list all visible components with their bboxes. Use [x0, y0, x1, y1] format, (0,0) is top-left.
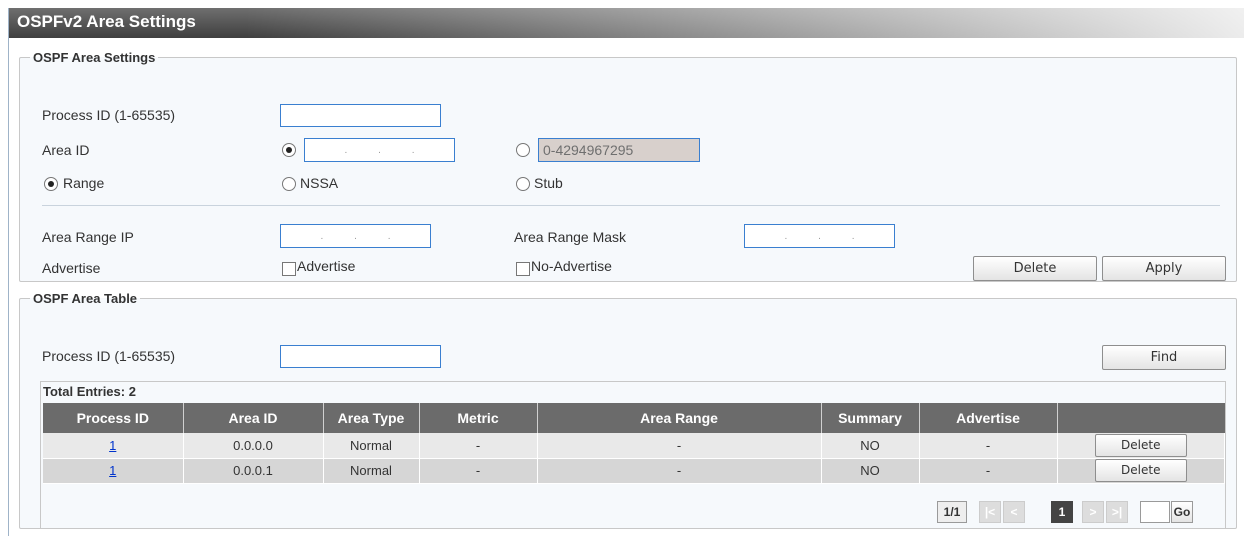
- col-advertise: Advertise: [919, 403, 1058, 433]
- area-id-cell: 0.0.0.1: [183, 458, 324, 484]
- metric-cell: -: [419, 433, 538, 459]
- table-row: 1 0.0.0.1 Normal - - NO - Delete: [43, 458, 1225, 484]
- area-range-ip-label: Area Range IP: [42, 229, 134, 245]
- nssa-radio[interactable]: [282, 177, 296, 191]
- area-settings-section: OSPF Area Settings Process ID (1-65535) …: [19, 50, 1237, 282]
- table-row: 1 0.0.0.0 Normal - - NO - Delete: [43, 433, 1225, 459]
- col-area-range: Area Range: [537, 403, 822, 433]
- area-id-number-input: 0-4294967295: [538, 138, 700, 162]
- process-id-link[interactable]: 1: [109, 438, 116, 453]
- total-entries: Total Entries: 2: [43, 384, 136, 399]
- table-process-id-input[interactable]: [280, 345, 441, 368]
- pagination: 1/1 |< < 1 > >| Go: [937, 501, 1221, 525]
- page-container: OSPFv2 Area Settings OSPF Area Settings …: [8, 8, 1244, 536]
- area-id-ip-input[interactable]: ...: [304, 138, 455, 162]
- col-area-id: Area ID: [183, 403, 324, 433]
- area-settings-legend: OSPF Area Settings: [33, 50, 156, 65]
- page-title-bar: OSPFv2 Area Settings: [9, 8, 1244, 38]
- stub-radio[interactable]: [516, 177, 530, 191]
- no-advertise-checkbox[interactable]: [516, 262, 530, 276]
- area-range-cell: -: [537, 433, 822, 459]
- page-title: OSPFv2 Area Settings: [17, 12, 196, 31]
- divider: [42, 205, 1220, 206]
- range-label: Range: [63, 175, 105, 191]
- area-range-cell: -: [537, 458, 822, 484]
- summary-cell: NO: [821, 458, 920, 484]
- area-table: Process ID Area ID Area Type Metric Area…: [43, 403, 1225, 484]
- area-range-ip-input[interactable]: ...: [280, 224, 431, 248]
- col-summary: Summary: [821, 403, 920, 433]
- area-type-cell: Normal: [323, 433, 420, 459]
- area-type-cell: Normal: [323, 458, 420, 484]
- row-delete-button[interactable]: Delete: [1094, 433, 1187, 457]
- area-table-section: OSPF Area Table Process ID (1-65535) Fin…: [19, 291, 1237, 529]
- process-id-link[interactable]: 1: [109, 463, 116, 478]
- find-button[interactable]: Find: [1102, 345, 1226, 370]
- col-metric: Metric: [419, 403, 538, 433]
- area-table-legend: OSPF Area Table: [33, 291, 138, 306]
- next-page-button[interactable]: >: [1082, 501, 1104, 523]
- page-number-input[interactable]: [1140, 501, 1170, 523]
- summary-cell: NO: [821, 433, 920, 459]
- area-id-ip-radio[interactable]: [282, 143, 296, 157]
- advertise-cell: -: [919, 458, 1058, 484]
- process-id-input[interactable]: [280, 104, 441, 127]
- table-header-row: Process ID Area ID Area Type Metric Area…: [43, 403, 1225, 433]
- col-area-type: Area Type: [323, 403, 420, 433]
- apply-button[interactable]: Apply: [1102, 256, 1226, 281]
- prev-page-button[interactable]: <: [1003, 501, 1025, 523]
- advertise-checkbox[interactable]: [282, 262, 296, 276]
- advertise-checkbox-label: Advertise: [297, 258, 356, 274]
- nssa-label: NSSA: [300, 175, 339, 191]
- area-id-cell: 0.0.0.0: [183, 433, 324, 459]
- no-advertise-checkbox-label: No-Advertise: [531, 258, 612, 274]
- col-process-id: Process ID: [43, 403, 184, 433]
- advertise-cell: -: [919, 433, 1058, 459]
- first-page-button[interactable]: |<: [979, 501, 1001, 523]
- area-id-label: Area ID: [42, 142, 90, 158]
- area-range-mask-label: Area Range Mask: [514, 229, 627, 245]
- advertise-label: Advertise: [42, 260, 101, 276]
- area-table-container: Total Entries: 2 Process ID Area ID Area…: [40, 381, 1226, 529]
- delete-button[interactable]: Delete: [973, 256, 1097, 281]
- stub-label: Stub: [534, 175, 563, 191]
- col-action: [1057, 403, 1225, 433]
- current-page-button[interactable]: 1: [1051, 501, 1073, 523]
- row-delete-button[interactable]: Delete: [1094, 459, 1187, 482]
- table-process-id-label: Process ID (1-65535): [42, 348, 176, 364]
- range-radio[interactable]: [44, 177, 58, 191]
- process-id-label: Process ID (1-65535): [42, 107, 176, 123]
- go-button[interactable]: Go: [1171, 501, 1193, 523]
- area-id-number-radio[interactable]: [516, 143, 530, 157]
- metric-cell: -: [419, 458, 538, 484]
- page-info: 1/1: [937, 501, 967, 523]
- last-page-button[interactable]: >|: [1106, 501, 1128, 523]
- area-range-mask-input[interactable]: ...: [744, 224, 895, 248]
